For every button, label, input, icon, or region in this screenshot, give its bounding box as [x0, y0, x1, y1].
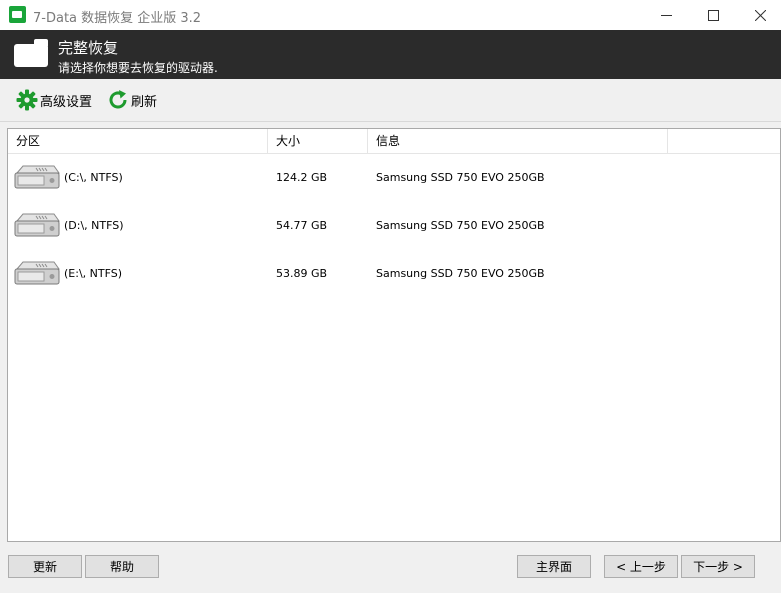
partition-size: 124.2 GB: [276, 171, 328, 184]
column-partition[interactable]: 分区: [8, 129, 268, 153]
hard-drive-icon: [14, 261, 60, 285]
folder-icon: [14, 39, 48, 67]
close-icon: [754, 9, 766, 21]
advanced-settings-button[interactable]: 高级设置: [16, 88, 92, 112]
column-info[interactable]: 信息: [368, 129, 668, 153]
partition-size: 54.77 GB: [276, 219, 328, 232]
table-row[interactable]: (D:\, NTFS) 54.77 GB Samsung SSD 750 EVO…: [8, 203, 780, 251]
partition-list[interactable]: 分区 大小 信息 (C:\, NTFS) 124.2 GB Samsung SS…: [7, 128, 781, 542]
next-step-button[interactable]: 下一步 >: [681, 555, 755, 578]
partition-info: Samsung SSD 750 EVO 250GB: [376, 171, 545, 184]
title-bar[interactable]: 7-Data 数据恢复 企业版 3.2: [0, 0, 781, 30]
app-window: 7-Data 数据恢复 企业版 3.2 完整恢复 请选择你想要去恢复的驱动器.: [0, 0, 781, 593]
partition-info: Samsung SSD 750 EVO 250GB: [376, 267, 545, 280]
column-empty[interactable]: [668, 129, 780, 153]
column-header: 分区 大小 信息: [8, 129, 780, 154]
partition-name: (C:\, NTFS): [64, 171, 123, 184]
refresh-icon: [109, 90, 127, 109]
page-title: 完整恢复: [58, 39, 119, 57]
table-row[interactable]: (E:\, NTFS) 53.89 GB Samsung SSD 750 EVO…: [8, 251, 780, 299]
page-header: 完整恢复 请选择你想要去恢复的驱动器.: [0, 30, 781, 79]
partition-name: (E:\, NTFS): [64, 267, 123, 280]
refresh-label: 刷新: [131, 94, 158, 110]
advanced-settings-label: 高级设置: [40, 94, 93, 110]
minimize-button[interactable]: [643, 0, 689, 30]
maximize-button[interactable]: [690, 0, 736, 30]
window-title: 7-Data 数据恢复 企业版 3.2: [33, 11, 202, 26]
hard-drive-icon: [14, 213, 60, 237]
maximize-icon: [707, 9, 719, 21]
update-button[interactable]: 更新: [8, 555, 82, 578]
hard-drive-icon: [14, 165, 60, 189]
app-icon: [9, 6, 26, 23]
refresh-button[interactable]: 刷新: [107, 88, 157, 112]
page-subtitle: 请选择你想要去恢复的驱动器.: [58, 61, 218, 75]
partition-name: (D:\, NTFS): [64, 219, 124, 232]
column-size[interactable]: 大小: [268, 129, 368, 153]
minimize-icon: [660, 14, 672, 16]
main-menu-button[interactable]: 主界面: [517, 555, 591, 578]
previous-step-button[interactable]: < 上一步: [604, 555, 678, 578]
gear-icon: [16, 89, 38, 111]
close-button[interactable]: [737, 0, 781, 30]
toolbar: 高级设置 刷新: [0, 79, 781, 122]
partition-info: Samsung SSD 750 EVO 250GB: [376, 219, 545, 232]
help-button[interactable]: 帮助: [85, 555, 159, 578]
table-row[interactable]: (C:\, NTFS) 124.2 GB Samsung SSD 750 EVO…: [8, 155, 780, 203]
partition-size: 53.89 GB: [276, 267, 328, 280]
